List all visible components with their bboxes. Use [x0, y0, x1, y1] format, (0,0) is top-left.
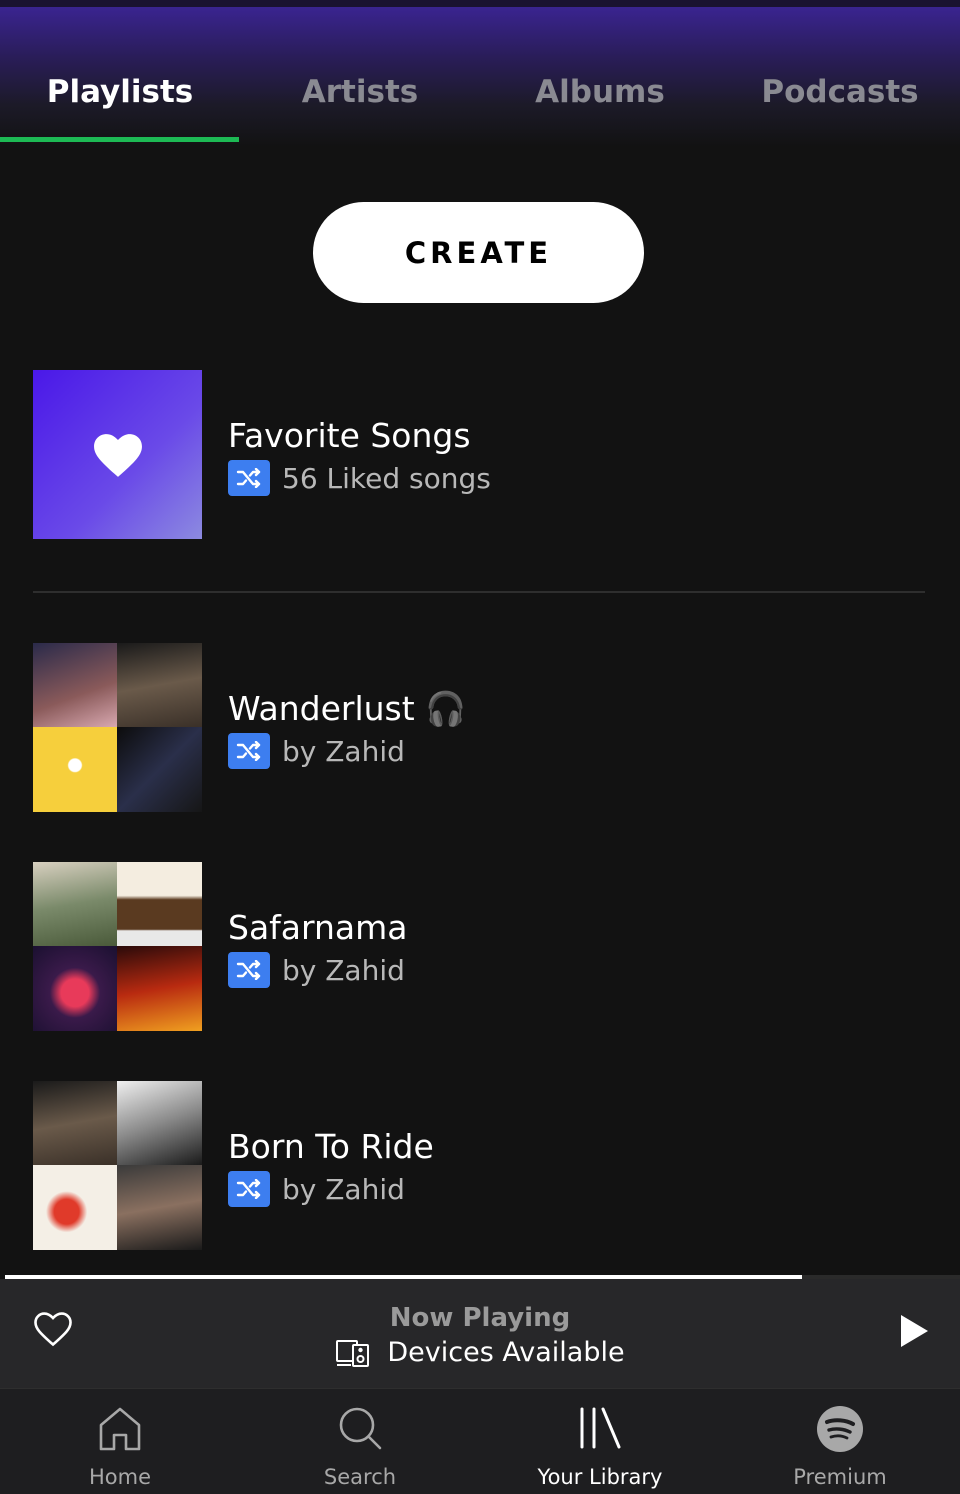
library-tabs: Playlists Artists Albums Podcasts	[0, 67, 960, 127]
nav-your-library[interactable]: Your Library	[480, 1389, 720, 1494]
devices-label: Devices Available	[387, 1337, 625, 1368]
search-icon	[240, 1405, 480, 1457]
album-art	[33, 862, 117, 946]
shuffle-icon	[228, 733, 270, 769]
section-divider	[33, 591, 925, 593]
play-icon	[901, 1315, 928, 1347]
playlist-info: Born To Ride by Zahid	[228, 1125, 434, 1207]
active-tab-indicator	[0, 137, 239, 142]
tab-podcasts[interactable]: Podcasts	[720, 67, 960, 127]
library-icon	[480, 1405, 720, 1457]
now-playing-bar[interactable]: Now Playing Devices Available	[0, 1279, 960, 1388]
playlist-cover-mosaic	[33, 862, 202, 1031]
playlist-subtitle-row: by Zahid	[228, 1171, 434, 1207]
playlist-title: Born To Ride	[228, 1127, 434, 1166]
playlist-title: Favorite Songs	[228, 416, 471, 455]
tab-artists[interactable]: Artists	[240, 67, 480, 127]
nav-search[interactable]: Search	[240, 1389, 480, 1494]
playlist-item-born-to-ride[interactable]: Born To Ride by Zahid	[33, 1081, 933, 1250]
status-strip	[0, 0, 960, 7]
playlist-title: Wanderlust 🎧	[228, 689, 467, 728]
playlist-item-favorite-songs[interactable]: Favorite Songs 56 Liked songs	[33, 370, 933, 539]
playlist-info: Favorite Songs 56 Liked songs	[228, 414, 491, 496]
playlist-subtitle: by Zahid	[282, 1172, 405, 1206]
nav-label: Your Library	[537, 1465, 663, 1489]
playlist-subtitle-row: by Zahid	[228, 733, 466, 769]
playlist-info: Wanderlust 🎧 by Zahid	[228, 687, 466, 769]
home-icon	[0, 1405, 240, 1457]
album-art	[117, 643, 202, 727]
create-playlist-button[interactable]: CREATE	[313, 202, 644, 303]
playlist-subtitle-row: by Zahid	[228, 952, 408, 988]
nav-label: Premium	[793, 1465, 887, 1489]
nav-premium[interactable]: Premium	[720, 1389, 960, 1494]
tab-playlists[interactable]: Playlists	[0, 67, 240, 127]
nav-home[interactable]: Home	[0, 1389, 240, 1494]
tab-albums[interactable]: Albums	[480, 67, 720, 127]
shuffle-icon	[228, 1171, 270, 1207]
heart-icon	[93, 433, 142, 477]
playlist-item-wanderlust[interactable]: Wanderlust 🎧 by Zahid	[33, 643, 933, 812]
shuffle-icon	[228, 952, 270, 988]
library-header: Playlists Artists Albums Podcasts	[0, 7, 960, 147]
playlist-item-safarnama[interactable]: Safarnama by Zahid	[33, 862, 933, 1031]
playlist-cover	[33, 370, 202, 539]
playlist-cover-mosaic	[33, 1081, 202, 1250]
album-art	[117, 727, 202, 812]
album-art	[33, 727, 117, 812]
shuffle-icon	[228, 460, 270, 496]
album-art	[33, 1081, 117, 1165]
playlist-title: Safarnama	[228, 908, 408, 947]
bottom-navigation: Home Search Your Library Premium	[0, 1388, 960, 1494]
nav-label: Home	[88, 1465, 151, 1489]
album-art	[117, 1081, 202, 1165]
album-art	[33, 946, 117, 1031]
album-art	[117, 862, 202, 946]
playlist-subtitle-row: 56 Liked songs	[228, 460, 491, 496]
playlist-subtitle: by Zahid	[282, 953, 405, 987]
devices-icon	[336, 1339, 370, 1367]
album-art	[117, 946, 202, 1031]
play-button[interactable]	[898, 1313, 930, 1353]
nav-label: Search	[323, 1465, 397, 1489]
now-playing-info: Now Playing Devices Available	[0, 1301, 960, 1372]
playlist-subtitle: by Zahid	[282, 734, 405, 768]
album-art	[117, 1165, 202, 1250]
devices-button[interactable]: Devices Available	[335, 1337, 625, 1368]
now-playing-title: Now Playing	[389, 1303, 571, 1333]
playlist-info: Safarnama by Zahid	[228, 906, 408, 988]
album-art	[33, 643, 117, 727]
playlist-cover-mosaic	[33, 643, 202, 812]
playlist-subtitle: 56 Liked songs	[282, 461, 491, 495]
album-art	[33, 1165, 117, 1250]
spotify-icon	[720, 1405, 960, 1457]
